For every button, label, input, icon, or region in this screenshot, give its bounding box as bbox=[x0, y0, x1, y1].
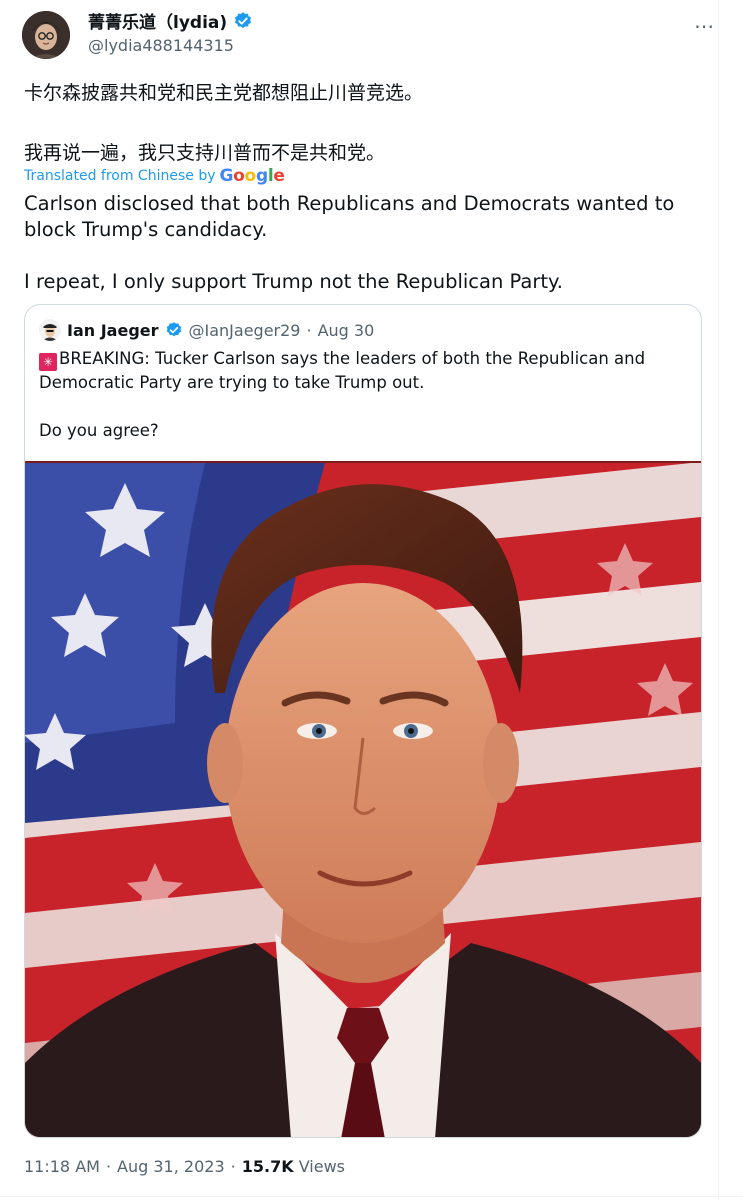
quoted-tweet-text-block: ✳ BREAKING: Tucker Carlson says the leade… bbox=[39, 347, 679, 443]
tweet-original-text: 卡尔森披露共和党和民主党都想阻止川普竞选。 我再说一遍，我只支持川普而不是共和党… bbox=[24, 82, 424, 164]
quoted-tweet-text: BREAKING: Tucker Carlson says the leader… bbox=[39, 349, 646, 440]
column-divider bbox=[718, 0, 719, 1200]
siren-icon: ✳ bbox=[39, 353, 57, 371]
quoted-user-avatar-icon bbox=[39, 319, 61, 341]
quoted-author-name[interactable]: Ian Jaeger bbox=[67, 321, 159, 340]
author-name-row: 菁菁乐道（lydia) bbox=[88, 8, 253, 33]
quoted-separator: · bbox=[306, 320, 312, 340]
quoted-tweet[interactable]: Ian Jaeger @IanJaeger29 · Aug 30 ✳ BREAKI… bbox=[24, 304, 702, 1138]
quoted-tweet-image[interactable] bbox=[25, 461, 701, 1137]
verified-badge-icon bbox=[235, 11, 252, 28]
views-stat[interactable]: 15.7K Views bbox=[242, 1157, 345, 1176]
views-label: Views bbox=[298, 1157, 345, 1176]
translation-attribution[interactable]: Translated from Chinese by Google bbox=[24, 166, 285, 186]
views-count: 15.7K bbox=[241, 1157, 294, 1176]
quoted-author-avatar[interactable] bbox=[39, 319, 61, 341]
author-display-name[interactable]: 菁菁乐道（lydia) bbox=[88, 8, 227, 33]
author-avatar[interactable] bbox=[22, 11, 70, 59]
quoted-date[interactable]: Aug 30 bbox=[318, 321, 375, 340]
user-avatar-icon bbox=[22, 11, 70, 59]
quoted-verified-badge-icon bbox=[166, 322, 181, 337]
portrait-photo bbox=[25, 463, 701, 1137]
tweet-date[interactable]: Aug 31, 2023 bbox=[117, 1157, 225, 1176]
tweet-card: 菁菁乐道（lydia) @lydia488144315 ⋯ 卡尔森披露共和党和民… bbox=[0, 0, 743, 1200]
quoted-author-handle[interactable]: @IanJaeger29 bbox=[189, 321, 301, 340]
google-logo: Google bbox=[219, 166, 285, 186]
quoted-tweet-header: Ian Jaeger @IanJaeger29 · Aug 30 bbox=[39, 319, 374, 341]
author-handle[interactable]: @lydia488144315 bbox=[88, 36, 234, 55]
tweet-time[interactable]: 11:18 AM bbox=[24, 1157, 100, 1176]
meta-separator-1: · bbox=[105, 1157, 112, 1176]
more-options-icon[interactable]: ⋯ bbox=[694, 14, 715, 38]
meta-separator-2: · bbox=[230, 1157, 236, 1176]
bottom-divider bbox=[0, 1196, 743, 1197]
translated-label: Translated from Chinese by bbox=[24, 168, 216, 184]
tweet-translated-text: Carlson disclosed that both Republicans … bbox=[24, 192, 675, 293]
tweet-meta: 11:18 AM · Aug 31, 2023 · 15.7K Views bbox=[24, 1157, 345, 1176]
